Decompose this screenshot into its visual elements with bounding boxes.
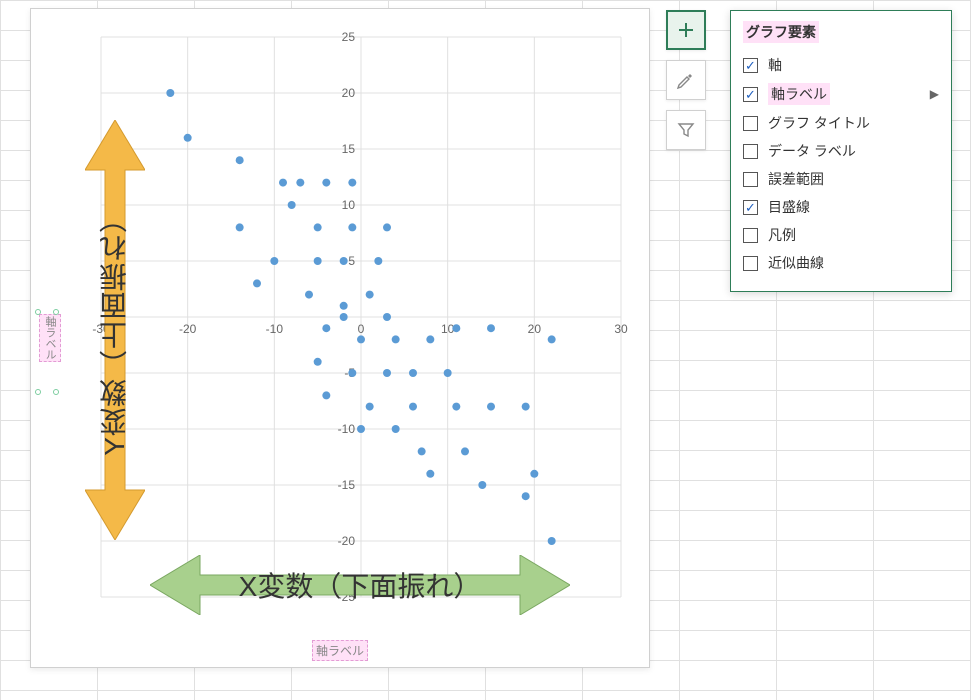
checkbox[interactable] [743, 172, 758, 187]
y-axis-label-placeholder[interactable]: 軸ラベル [39, 314, 61, 362]
svg-text:5: 5 [348, 254, 355, 268]
svg-text:-10: -10 [266, 322, 284, 336]
chart-element-option[interactable]: 凡例 [743, 221, 939, 249]
option-label: データ ラベル [768, 141, 856, 161]
selection-handle[interactable] [53, 309, 59, 315]
chart-element-option[interactable]: グラフ タイトル [743, 109, 939, 137]
chart-elements-button[interactable] [666, 10, 706, 50]
chart-tools-column [666, 10, 706, 150]
option-label: 誤差範囲 [768, 169, 824, 189]
checkbox[interactable] [743, 144, 758, 159]
chart-element-option[interactable]: データ ラベル [743, 137, 939, 165]
plot-area[interactable]: -30-20-100102030-25-20-15-10-5510152025 [71, 27, 631, 627]
checkbox[interactable] [743, 228, 758, 243]
selection-handle[interactable] [35, 309, 41, 315]
option-label: グラフ タイトル [768, 113, 870, 133]
checkbox[interactable] [743, 87, 758, 102]
svg-text:-20: -20 [338, 534, 356, 548]
option-label: 目盛線 [768, 197, 810, 217]
svg-text:-10: -10 [338, 422, 356, 436]
option-label: 凡例 [768, 225, 796, 245]
chart-elements-list: 軸軸ラベル ▶ グラフ タイトルデータ ラベル誤差範囲目盛線凡例近似曲線 [743, 51, 939, 277]
option-label: 近似曲線 [768, 253, 824, 273]
checkbox[interactable] [743, 200, 758, 215]
svg-text:-15: -15 [338, 478, 356, 492]
chart-element-option[interactable]: 軸 [743, 51, 939, 79]
scatter-plot-svg: -30-20-100102030-25-20-15-10-5510152025 [71, 27, 631, 627]
funnel-icon [676, 120, 696, 140]
paintbrush-icon [676, 70, 696, 90]
svg-text:25: 25 [342, 30, 356, 44]
chart-element-option[interactable]: 目盛線 [743, 193, 939, 221]
svg-text:10: 10 [342, 198, 356, 212]
svg-text:15: 15 [342, 142, 356, 156]
chart-elements-flyout: グラフ要素 軸軸ラベル ▶ グラフ タイトルデータ ラベル誤差範囲目盛線凡例近似曲線 [730, 10, 952, 292]
flyout-title: グラフ要素 [743, 21, 819, 43]
svg-text:20: 20 [342, 86, 356, 100]
selection-handle[interactable] [53, 389, 59, 395]
svg-text:-20: -20 [179, 322, 197, 336]
option-label: 軸 [768, 55, 782, 75]
checkbox[interactable] [743, 58, 758, 73]
svg-text:20: 20 [528, 322, 542, 336]
y-variable-arrow-overlay: Y変数（上面振れ） [85, 120, 145, 540]
svg-text:0: 0 [358, 322, 365, 336]
svg-text:30: 30 [614, 322, 628, 336]
checkbox[interactable] [743, 256, 758, 271]
x-variable-arrow-overlay: X変数（下面振れ） [150, 555, 570, 615]
checkbox[interactable] [743, 116, 758, 131]
chart-element-option[interactable]: 誤差範囲 [743, 165, 939, 193]
x-variable-label: X変数（下面振れ） [239, 565, 482, 605]
option-label: 軸ラベル [768, 83, 830, 105]
x-axis-label-placeholder[interactable]: 軸ラベル [312, 640, 368, 661]
chevron-right-icon[interactable]: ▶ [930, 87, 939, 101]
y-variable-label: Y変数（上面振れ） [95, 204, 135, 456]
chart-element-option[interactable]: 近似曲線 [743, 249, 939, 277]
selection-handle[interactable] [35, 389, 41, 395]
chart-filters-button[interactable] [666, 110, 706, 150]
chart-element-option[interactable]: 軸ラベル ▶ [743, 79, 939, 109]
chart-styles-button[interactable] [666, 60, 706, 100]
plus-icon [676, 20, 696, 40]
